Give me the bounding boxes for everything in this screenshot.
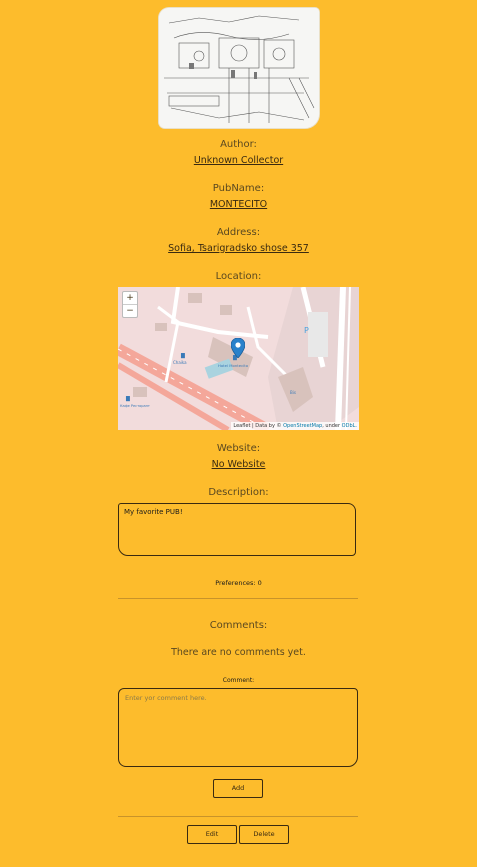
divider — [118, 598, 358, 599]
author-link[interactable]: Unknown Collector — [194, 155, 283, 166]
preferences-count: Preferences: 0 — [215, 579, 262, 587]
location-map[interactable]: P ▇ Chaika ▇ ▇ Кафе Ресторант Bis Hotel … — [118, 287, 359, 430]
svg-text:▇: ▇ — [180, 353, 185, 359]
pubname-label: PubName: — [212, 183, 265, 194]
map-zoom-control: + − — [122, 291, 138, 318]
comment-textarea[interactable]: Enter yor comment here. — [118, 688, 358, 767]
location-label: Location: — [215, 271, 262, 282]
website-label: Website: — [216, 443, 261, 454]
odbl-link[interactable]: ODbL. — [342, 423, 357, 429]
poi-bottom-label: Bis — [290, 390, 296, 395]
author-label: Author: — [220, 139, 257, 150]
edit-button[interactable]: Edit — [187, 825, 237, 844]
map-marker-icon[interactable] — [231, 338, 245, 358]
website-link[interactable]: No Website — [212, 459, 266, 470]
svg-text:▇: ▇ — [125, 396, 130, 402]
pubname-link[interactable]: MONTECITO — [210, 199, 267, 210]
poi-left-label: Chaika — [173, 360, 187, 365]
parking-label: P — [304, 326, 309, 335]
no-comments-text: There are no comments yet. — [171, 647, 306, 658]
description-label: Description: — [208, 487, 269, 498]
description-box: My favorite PUB! — [118, 503, 356, 556]
poi-bottom-left-label: Кафе Ресторант — [120, 404, 150, 408]
comments-heading: Comments: — [209, 620, 268, 631]
zoom-in-button[interactable]: + — [123, 292, 137, 304]
address-label: Address: — [216, 227, 261, 238]
comment-field-label: Comment: — [222, 677, 255, 684]
osm-link[interactable]: OpenStreetMap — [283, 423, 322, 429]
add-comment-button[interactable]: Add — [213, 779, 263, 798]
delete-button[interactable]: Delete — [239, 825, 289, 844]
divider — [118, 816, 358, 817]
zoom-out-button[interactable]: − — [123, 304, 137, 317]
address-link[interactable]: Sofia, Tsarigradsko shose 357 — [168, 243, 309, 254]
pub-photo — [159, 8, 319, 128]
map-attribution: Leaflet | Data by © OpenStreetMap, under… — [231, 422, 359, 430]
marker-label: Hotel Montecito — [218, 363, 249, 368]
